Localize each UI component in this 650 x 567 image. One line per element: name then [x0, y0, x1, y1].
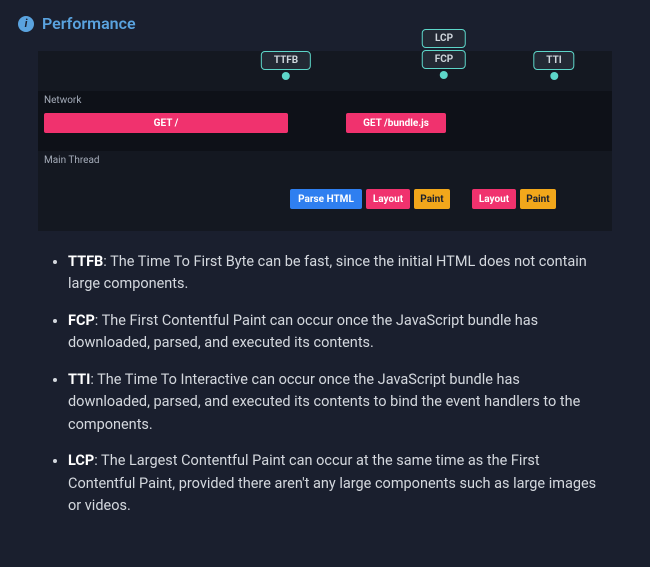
marker-dot — [282, 72, 290, 80]
marker-dot — [440, 71, 448, 79]
marker-dot — [550, 72, 558, 80]
metric-term: LCP — [68, 452, 94, 469]
section-header: i Performance — [18, 14, 632, 33]
metric-item-fcp: FCP: The First Contentful Paint can occu… — [68, 310, 602, 355]
marker-label: TTFB — [261, 51, 311, 70]
timeline-bar: Layout — [366, 189, 410, 209]
timeline-marker-ttfb: TTFB — [261, 51, 311, 80]
metric-desc: : The Largest Contentful Paint can occur… — [68, 452, 596, 514]
metric-item-tti: TTI: The Time To Interactive can occur o… — [68, 369, 602, 436]
timeline-bar: GET /bundle.js — [346, 113, 446, 133]
network-row-label: Network — [44, 95, 81, 106]
timeline-bar: Layout — [472, 189, 516, 209]
network-row: Network GET / GET /bundle.js — [38, 91, 612, 151]
metric-desc: : The Time To Interactive can occur once… — [68, 371, 580, 433]
timeline-bar: Paint — [520, 189, 556, 209]
main-thread-row-label: Main Thread — [44, 155, 100, 166]
metric-term: FCP — [68, 312, 95, 329]
metric-term: TTFB — [68, 253, 103, 270]
timeline-bar: Paint — [414, 189, 450, 209]
main-thread-row: Main Thread Parse HTMLLayoutPaintLayoutP… — [38, 151, 612, 231]
timeline-bar: GET / — [44, 113, 288, 133]
performance-diagram: TTFBLCPFCPTTI Network GET /GET /bundle.j… — [38, 51, 612, 231]
metric-item-ttfb: TTFB: The Time To First Byte can be fast… — [68, 251, 602, 296]
marker-label: TTI — [533, 51, 574, 70]
marker-label: FCP — [422, 50, 466, 69]
info-icon: i — [18, 16, 34, 32]
timeline-marker-lcp-fcp: LCP FCP — [422, 29, 466, 79]
timeline-bar: Parse HTML — [290, 189, 362, 209]
metric-item-lcp: LCP: The Largest Contentful Paint can oc… — [68, 450, 602, 517]
metric-desc: : The Time To First Byte can be fast, si… — [68, 253, 587, 292]
section-title: Performance — [42, 14, 136, 33]
metric-desc: : The First Contentful Paint can occur o… — [68, 312, 538, 351]
metrics-list: TTFB: The Time To First Byte can be fast… — [18, 251, 632, 518]
timeline-marker-tti: TTI — [533, 51, 574, 80]
marker-label: LCP — [422, 29, 466, 48]
metric-term: TTI — [68, 371, 90, 388]
